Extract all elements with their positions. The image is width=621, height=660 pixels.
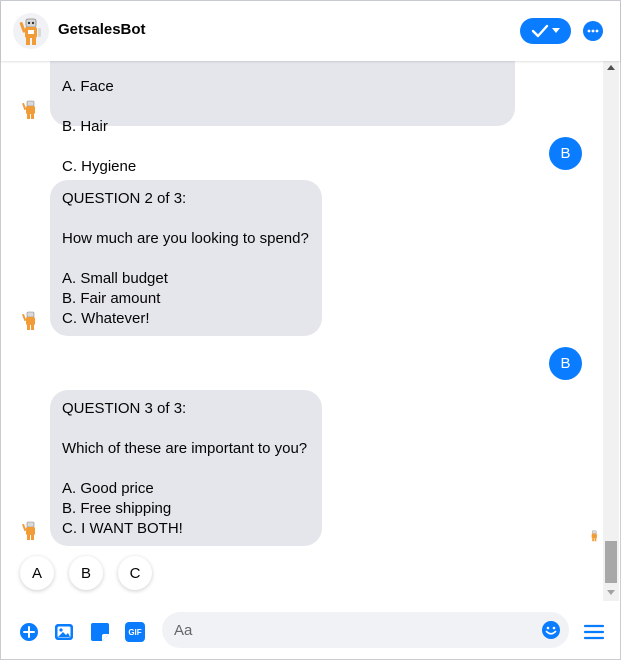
- message-input-wrapper: [162, 612, 569, 648]
- scrollbar[interactable]: [603, 61, 619, 601]
- gif-icon[interactable]: GIF: [125, 622, 145, 642]
- bot-avatar-icon[interactable]: [18, 98, 42, 122]
- sticker-icon[interactable]: [90, 622, 110, 642]
- message-line: B. Hair: [62, 118, 108, 135]
- quick-reply-a[interactable]: A: [20, 556, 54, 590]
- message-input[interactable]: [174, 620, 534, 640]
- bot-avatar-icon[interactable]: [18, 519, 42, 543]
- quick-reply-b[interactable]: B: [69, 556, 103, 590]
- user-reply-bubble: B: [549, 347, 582, 380]
- emoji-icon[interactable]: [541, 620, 561, 640]
- plus-icon[interactable]: [19, 622, 39, 642]
- messenger-window: GetsalesBot A. Face B. Hair C. Hygiene B…: [0, 0, 621, 660]
- mark-read-button[interactable]: [520, 18, 571, 44]
- composer-bar: GIF: [1, 607, 620, 659]
- message-list[interactable]: A. Face B. Hair C. Hygiene B QUESTION 2 …: [1, 61, 602, 601]
- chat-header: GetsalesBot: [1, 1, 620, 61]
- message-line: C. Hygiene: [62, 158, 137, 175]
- check-icon: [531, 24, 549, 38]
- bot-avatar-icon[interactable]: [18, 309, 42, 333]
- quick-reply-c[interactable]: C: [118, 556, 152, 590]
- more-options-icon[interactable]: [583, 21, 603, 41]
- chevron-down-icon: [552, 28, 560, 33]
- scroll-up-arrow-icon[interactable]: [607, 65, 615, 70]
- bot-message-bubble: QUESTION 3 of 3: Which of these are impo…: [50, 390, 322, 546]
- chat-title: GetsalesBot: [58, 21, 146, 38]
- bot-message-bubble: QUESTION 2 of 3: How much are you lookin…: [50, 180, 322, 336]
- scroll-down-arrow-icon[interactable]: [607, 590, 615, 595]
- robot-avatar-icon[interactable]: [13, 13, 49, 49]
- scroll-thumb[interactable]: [605, 541, 617, 583]
- menu-icon[interactable]: [583, 622, 605, 642]
- user-reply-bubble: B: [549, 137, 582, 170]
- bot-message-bubble: A. Face B. Hair C. Hygiene: [50, 61, 515, 175]
- photo-icon[interactable]: [54, 622, 74, 642]
- message-line: A. Face: [62, 78, 114, 95]
- read-receipt-icon: [591, 530, 597, 542]
